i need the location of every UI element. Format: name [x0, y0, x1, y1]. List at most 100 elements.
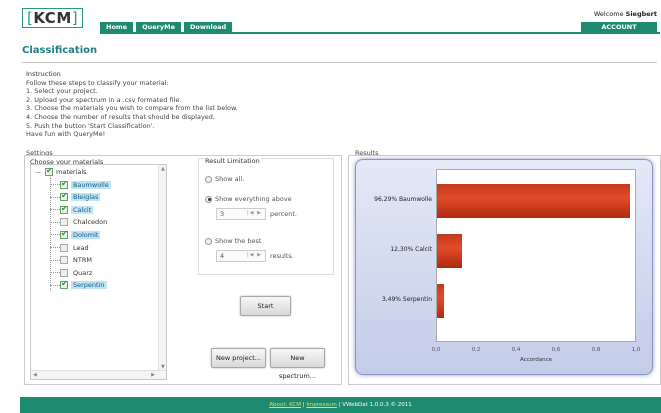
footer-version: | VWebDat 1.0.0.3 © 2011 [336, 402, 412, 408]
materials-tree[interactable]: — materials Baumwolle Bleiglas Calcit Chalc… [30, 164, 167, 380]
tree-vertical-scrollbar[interactable]: ▲ ▼ [158, 165, 166, 371]
x-tick-label: 0,4 [511, 347, 521, 353]
material-checkbox[interactable] [60, 256, 68, 265]
material-checkbox[interactable] [60, 243, 68, 252]
material-item[interactable]: Chalcedon [50, 217, 109, 228]
best-suffix: results. [270, 252, 294, 260]
tree-connector [50, 284, 60, 286]
instruction-block: Instruction Follow these steps to classi… [26, 70, 238, 139]
radio-show-best[interactable]: Show the best [205, 237, 261, 245]
tree-connector [50, 221, 60, 223]
radio-show-above[interactable]: Show everything above [205, 195, 292, 203]
material-label: Chalcedon [73, 218, 108, 227]
x-tick-label: 0,2 [471, 347, 481, 353]
new-spectrum-button[interactable]: New spectrum... [270, 348, 325, 380]
tree-connector [50, 247, 60, 248]
nav-underline [100, 32, 660, 34]
radio-button[interactable] [205, 175, 212, 183]
material-label: Bleiglas [71, 193, 101, 202]
material-checkbox[interactable] [60, 279, 68, 290]
radio-show-all[interactable]: Show all. [205, 175, 244, 183]
best-spinner[interactable]: 4 |◀ ▶ [216, 250, 266, 262]
x-axis-label: Accordance [520, 357, 552, 363]
nav-queryme[interactable]: QueryMe [136, 22, 181, 32]
scroll-left-icon[interactable]: ◀ [33, 372, 37, 378]
spinner-arrows-icon[interactable]: |◀ ▶ [247, 210, 262, 216]
new-project-button[interactable]: New project... [211, 348, 266, 368]
material-item[interactable]: Lead [50, 242, 91, 253]
material-checkbox[interactable] [60, 268, 68, 277]
instruction-line: 1. Select your project. [26, 87, 98, 96]
bar-category-label: 96,29% Baumwolle [374, 196, 432, 203]
about-link[interactable]: About: KCM [269, 402, 301, 408]
nav-download[interactable]: Download [183, 22, 233, 32]
instruction-line: 2. Upload your spectrum in a .csv format… [26, 95, 182, 104]
tree-connector [50, 234, 60, 236]
tree-connector [50, 184, 60, 185]
scroll-up-icon[interactable]: ▲ [161, 166, 165, 172]
radio-label: Show the best [215, 237, 262, 245]
top-nav: Home QueryMe Download [100, 22, 233, 32]
tree-root[interactable]: — materials [35, 166, 87, 176]
chart-plot-area [436, 169, 636, 342]
root-checkbox[interactable] [45, 166, 53, 176]
best-value: 4 [220, 252, 225, 260]
material-item[interactable]: Calcit [50, 204, 94, 215]
x-tick-label: 0,6 [551, 347, 561, 353]
app-window: [KCM] Home QueryMe Download Welcome Sieg… [0, 0, 661, 413]
instruction-line: 4. Choose the number of results that sho… [26, 112, 216, 121]
material-item[interactable]: Quarz [50, 267, 94, 278]
radio-button[interactable] [205, 195, 212, 203]
x-tick-label: 0,0 [431, 347, 441, 353]
x-tick-label: 0,8 [591, 347, 601, 353]
material-checkbox[interactable] [60, 229, 68, 239]
account-button[interactable]: ACCOUNT [581, 22, 657, 32]
page-title: Classification [22, 45, 98, 56]
tree-connector [50, 259, 60, 261]
divider [22, 62, 657, 63]
material-item[interactable]: Baumwolle [50, 179, 111, 190]
tree-horizontal-scrollbar[interactable]: ◀ ▶ [31, 370, 166, 379]
percent-value: 3 [220, 210, 225, 218]
nav-home[interactable]: Home [100, 22, 134, 32]
tree-connector [50, 196, 60, 198]
collapse-icon[interactable]: — [35, 169, 45, 176]
percent-row: 3 |◀ ▶ percent. [216, 208, 297, 220]
material-checkbox[interactable] [60, 218, 68, 227]
material-checkbox[interactable] [60, 204, 68, 214]
percent-spinner[interactable]: 3 |◀ ▶ [216, 208, 266, 220]
impressum-link[interactable]: Impressum [306, 402, 337, 408]
material-item[interactable]: Dolomit [50, 229, 101, 240]
material-checkbox[interactable] [60, 191, 68, 202]
material-checkbox[interactable] [60, 179, 68, 189]
material-label: Lead [73, 243, 89, 252]
footer: About: KCM | Impressum | VWebDat 1.0.0.3… [20, 397, 661, 413]
scroll-right-icon[interactable]: ▶ [151, 372, 155, 378]
instruction-line: Follow these steps to classify your mate… [26, 78, 169, 87]
bar-category-label: 3,49% Serpentin [381, 296, 432, 303]
instruction-line: 3. Choose the materials you wish to comp… [26, 104, 238, 113]
material-item[interactable]: NTRM [50, 255, 94, 266]
instruction-heading: Instruction [26, 70, 61, 78]
bar-category-label: 12,30% Calcit [390, 246, 432, 253]
chart-bar [437, 184, 630, 218]
radio-button[interactable] [205, 237, 212, 245]
tree-connector [50, 272, 60, 274]
start-button[interactable]: Start [240, 296, 291, 316]
material-label: Baumwolle [71, 180, 111, 189]
x-tick-label: 1,0 [631, 347, 641, 353]
kcm-logo[interactable]: [KCM] [22, 8, 84, 28]
spinner-arrows-icon[interactable]: |◀ ▶ [247, 252, 262, 258]
material-label: Quarz [73, 268, 93, 277]
tree-connector [50, 209, 60, 211]
chart-bar [437, 234, 462, 268]
tree-root-label: materials [56, 168, 87, 176]
percent-suffix: percent. [270, 210, 297, 218]
best-row: 4 |◀ ▶ results. [216, 250, 294, 262]
radio-label: Show everything above [215, 195, 292, 203]
result-limitation-heading: Result Limitation [204, 157, 261, 165]
material-item[interactable]: Serpentin [50, 279, 107, 291]
material-item[interactable]: Bleiglas [50, 191, 101, 203]
instruction-line: 5. Push the button 'Start Classification… [26, 121, 155, 130]
welcome-text: Welcome Siegbert [593, 10, 657, 18]
